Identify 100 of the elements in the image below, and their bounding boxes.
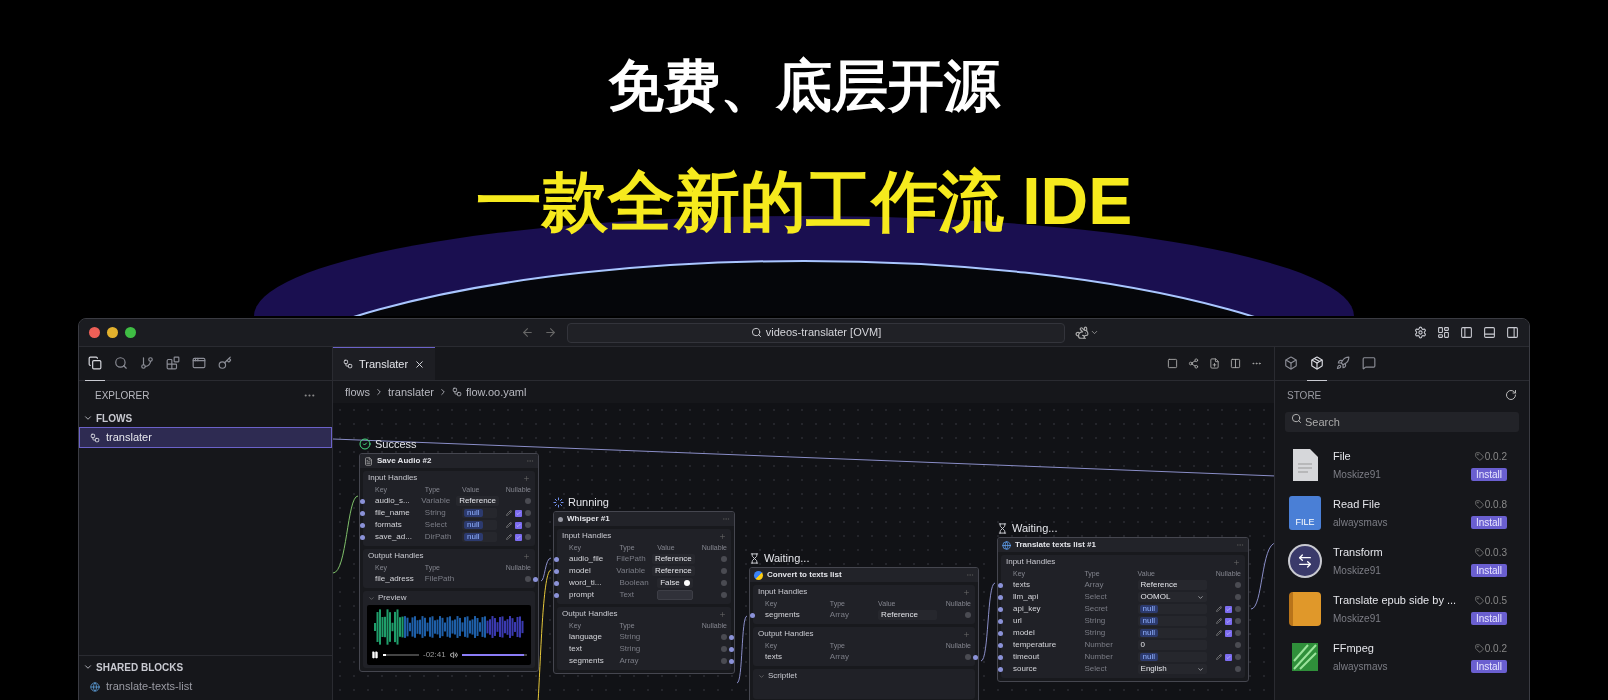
package-name: FFmpeg [1333,640,1374,656]
handle-type: Select [424,521,449,529]
value-field[interactable]: Reference [651,554,695,564]
value-select[interactable]: OOMOL [1137,592,1207,602]
close-icon[interactable] [414,358,426,370]
handle-type: String [1084,629,1107,637]
pencil-icon[interactable] [506,522,512,528]
tree-item-label: translater [106,430,152,446]
refresh-icon[interactable] [1505,389,1517,401]
chevron-down-icon[interactable] [83,413,93,423]
pencil-icon[interactable] [1216,654,1222,660]
value-field[interactable]: null [462,520,497,530]
package-version: 0.0.2 [1484,449,1507,464]
pencil-icon[interactable] [506,510,512,516]
value-field[interactable]: 0 [1137,640,1207,650]
install-button[interactable]: Install [1470,612,1507,626]
globe-icon [90,681,100,692]
value-select[interactable]: English [1137,664,1207,674]
settings-icon[interactable] [1414,326,1427,339]
handle-type: Text [619,591,636,599]
tag-icon [1474,595,1484,605]
handle-key: file_name [375,509,422,517]
command-search-field[interactable]: videos-translater [OVM] [567,322,1065,343]
chevron-down-icon[interactable] [83,662,93,672]
back-arrow-icon[interactable] [521,326,534,339]
pause-icon[interactable] [371,651,379,659]
volume-icon[interactable] [449,651,458,659]
nullable-checkbox[interactable] [1225,653,1232,661]
store-search-field[interactable]: Search [1285,412,1519,432]
value-field[interactable]: null [462,532,497,542]
section-title: Input Handles [562,530,612,542]
handle-key: audio_s... [375,497,419,505]
square-icon[interactable] [1167,358,1178,369]
pencil-icon[interactable] [1216,630,1222,636]
breadcrumb-item[interactable]: flows [345,383,371,401]
null-badge: null [1139,617,1158,625]
banner-title: 免费、底层开源 [608,58,1000,114]
tree-item[interactable]: translate-texts-list [79,676,332,697]
share-icon[interactable] [1188,358,1199,369]
value-field[interactable]: Reference [1137,580,1207,590]
breadcrumb-item[interactable]: translater [388,383,434,401]
nullable-checkbox[interactable] [515,521,522,529]
flow-node[interactable] [997,537,1249,682]
flow-node[interactable] [553,511,735,674]
install-button[interactable]: Install [1470,516,1507,530]
tree-item[interactable]: translater [79,427,332,448]
value-field[interactable]: null [1137,628,1207,638]
split-editor-icon[interactable] [1230,358,1241,369]
right-panel-icon[interactable] [1506,326,1519,339]
panel-title: EXPLORER [95,388,150,403]
handle-type: DirPath [424,533,453,541]
nullable-checkbox[interactable] [515,533,522,541]
handle-type: String [1084,617,1107,625]
pencil-icon[interactable] [506,534,512,540]
bottom-panel-icon[interactable] [1483,326,1496,339]
install-button[interactable]: Install [1470,660,1507,674]
handle-type: Number [1084,653,1114,661]
null-badge: null [1139,653,1158,661]
node-title: Whisper #1 [567,513,610,525]
value-field[interactable]: null [1137,604,1207,614]
nullable-checkbox[interactable] [1225,629,1232,637]
value-field[interactable]: null [1137,652,1207,662]
breadcrumb-item[interactable]: flow.oo.yaml [465,383,527,401]
editor-tab[interactable]: Translater [333,347,436,380]
rabbit-icon[interactable] [1075,325,1089,340]
striped-square-icon [1290,641,1320,673]
handle-type: Array [829,611,850,619]
package-author: alwaysmavs [1333,660,1388,675]
null-badge: null [1139,605,1158,613]
nullable-checkbox[interactable] [515,509,522,517]
value-field[interactable]: Reference [651,566,695,576]
tab-label: Translater [359,356,409,372]
nullable-checkbox[interactable] [1225,617,1232,625]
section-title: Output Handles [562,608,618,620]
file-icon[interactable] [1209,358,1220,369]
package-author: Moskize91 [1333,564,1381,579]
handle-type: Select [1084,593,1108,601]
connector-line [736,615,748,684]
toggle-knob [684,580,690,586]
file-icon: FILE [1289,496,1321,530]
install-button[interactable]: Install [1470,564,1507,578]
forward-arrow-icon[interactable] [544,326,557,339]
value-field[interactable]: null [462,508,497,518]
value-field[interactable]: null [1137,616,1207,626]
handle-key: word_ti... [569,579,617,587]
value-field[interactable]: Reference [878,610,937,620]
chevron-down-icon[interactable] [1090,328,1099,337]
pencil-icon[interactable] [1216,606,1222,612]
install-button[interactable]: Install [1470,468,1507,482]
pencil-icon[interactable] [1216,618,1222,624]
section-header[interactable]: SHARED BLOCKS [96,659,184,675]
value-toggle[interactable]: False [657,578,693,588]
nullable-checkbox[interactable] [1225,605,1232,613]
handle-type: Array [619,657,640,665]
section-header[interactable]: FLOWS [96,410,133,426]
layout-icon[interactable] [1437,326,1450,339]
handle-key: temperature [1013,641,1082,649]
value-field[interactable]: Reference [456,496,500,506]
left-panel-icon[interactable] [1460,326,1473,339]
flow-node[interactable] [359,453,539,672]
